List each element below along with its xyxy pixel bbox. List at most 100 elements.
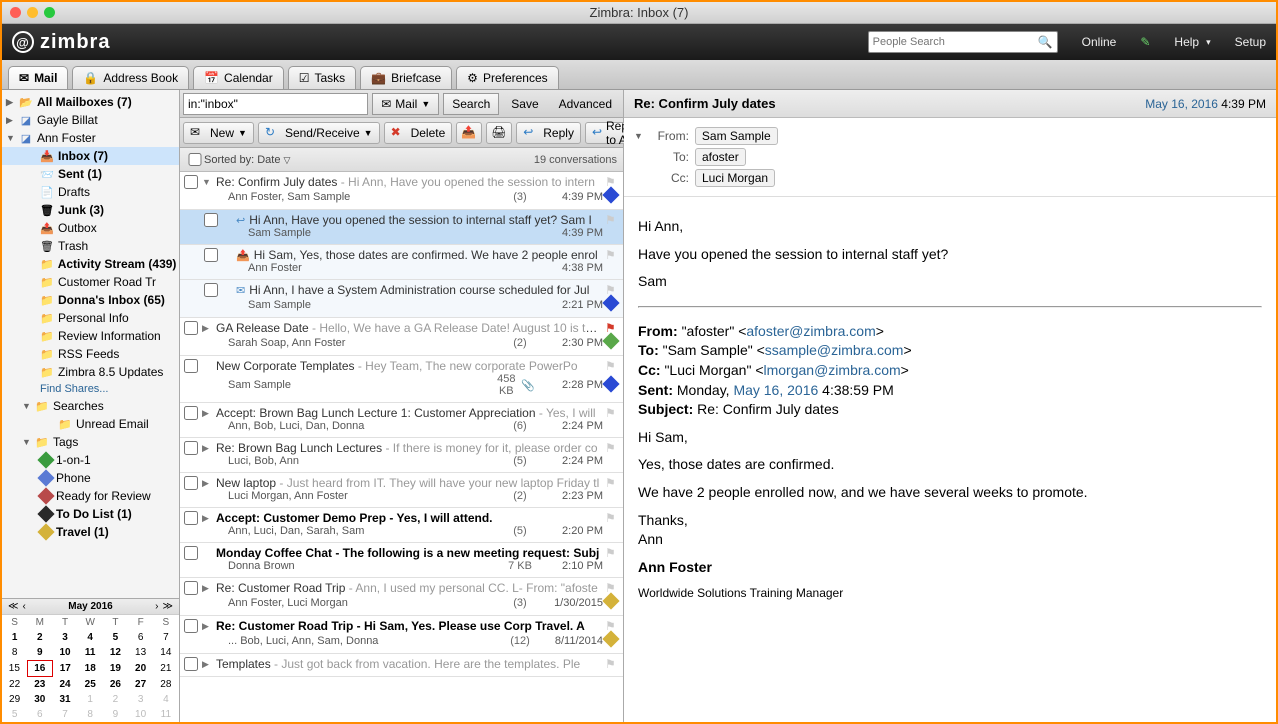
- quoted-from-email[interactable]: afoster@zimbra.com: [746, 323, 875, 339]
- expand-toggle[interactable]: ▼: [202, 177, 212, 187]
- flag-icon[interactable]: ⚑: [605, 213, 619, 227]
- tab-address-book[interactable]: 🔒Address Book: [72, 66, 189, 89]
- flag-icon[interactable]: ⚑: [605, 248, 619, 262]
- cal-day[interactable]: 24: [52, 677, 77, 693]
- select-checkbox[interactable]: [184, 321, 198, 335]
- account-ann[interactable]: ▼◪ Ann Foster: [2, 129, 179, 147]
- online-status[interactable]: Online: [1082, 35, 1117, 49]
- cal-day[interactable]: 5: [103, 630, 128, 645]
- conversation-item[interactable]: ▶ New laptop - Just heard from IT. They …: [180, 473, 623, 508]
- tags-folder[interactable]: ▼📁 Tags: [2, 433, 179, 451]
- folder-donnas[interactable]: 📁Donna's Inbox (65): [2, 291, 179, 309]
- cal-next-month[interactable]: ›: [153, 601, 160, 612]
- cal-day[interactable]: 1: [78, 692, 103, 707]
- cal-day[interactable]: 18: [78, 661, 103, 677]
- tab-briefcase[interactable]: 💼Briefcase: [360, 66, 452, 89]
- save-search-button[interactable]: Save: [503, 97, 546, 111]
- expand-toggle[interactable]: ▶: [202, 621, 212, 632]
- reply-button[interactable]: ↩Reply: [516, 122, 581, 144]
- expand-toggle[interactable]: ▶: [202, 478, 212, 489]
- conversation-item[interactable]: ▶ Accept: Brown Bag Lunch Lecture 1: Cus…: [180, 403, 623, 438]
- cal-day[interactable]: 2: [103, 692, 128, 707]
- expand-toggle[interactable]: ▶: [202, 583, 212, 594]
- find-shares-link[interactable]: Find Shares...: [2, 381, 179, 397]
- cal-day[interactable]: 28: [153, 677, 178, 693]
- folder-zimbra[interactable]: 📁Zimbra 8.5 Updates: [2, 363, 179, 381]
- folder-activity[interactable]: 📁Activity Stream (439): [2, 255, 179, 273]
- cal-day[interactable]: 17: [52, 661, 77, 677]
- cal-day[interactable]: 11: [153, 707, 178, 722]
- move-button[interactable]: 📤: [456, 122, 482, 144]
- cal-day[interactable]: 19: [103, 661, 128, 677]
- conversation-item[interactable]: ▶ Re: Customer Road Trip - Hi Sam, Yes. …: [180, 616, 623, 654]
- select-checkbox[interactable]: [184, 546, 198, 560]
- select-checkbox[interactable]: [204, 248, 218, 262]
- conversation-item[interactable]: ▶ Re: Brown Bag Lunch Lectures - If ther…: [180, 438, 623, 473]
- expand-toggle[interactable]: ▶: [202, 513, 212, 524]
- cal-day[interactable]: 10: [52, 645, 77, 661]
- cal-day[interactable]: 16: [27, 661, 52, 677]
- cal-day[interactable]: 15: [2, 661, 27, 677]
- conversation-item[interactable]: New Corporate Templates - Hey Team, The …: [180, 356, 623, 403]
- cal-day[interactable]: 29: [2, 692, 27, 707]
- cal-day[interactable]: 14: [153, 645, 178, 661]
- cal-day[interactable]: 23: [27, 677, 52, 693]
- cal-day[interactable]: 7: [52, 707, 77, 722]
- folder-outbox[interactable]: 📤Outbox: [2, 219, 179, 237]
- conversation-item[interactable]: ▶ Templates - Just got back from vacatio…: [180, 654, 623, 677]
- folder-junk[interactable]: 🗑Junk (3): [2, 201, 179, 219]
- cal-day[interactable]: 2: [27, 630, 52, 645]
- cal-day[interactable]: 7: [153, 630, 178, 645]
- quoted-to-email[interactable]: ssample@zimbra.com: [765, 342, 904, 358]
- conversation-item[interactable]: ▶ GA Release Date - Hello, We have a GA …: [180, 318, 623, 356]
- folder-personal[interactable]: 📁Personal Info: [2, 309, 179, 327]
- expand-toggle[interactable]: ▶: [202, 323, 212, 334]
- cal-day[interactable]: 20: [128, 661, 153, 677]
- new-button[interactable]: ✉New▼: [183, 122, 254, 144]
- people-search-input[interactable]: [873, 36, 1038, 48]
- print-button[interactable]: 🖨: [486, 122, 512, 144]
- conversation-item[interactable]: ▶ Re: Customer Road Trip - Ann, I used m…: [180, 578, 623, 616]
- select-checkbox[interactable]: [184, 476, 198, 490]
- tag-ready[interactable]: Ready for Review: [2, 487, 179, 505]
- folder-review[interactable]: 📁Review Information: [2, 327, 179, 345]
- conversation-list[interactable]: ▼ Re: Confirm July dates - Hi Ann, Have …: [180, 172, 623, 722]
- search-type-dropdown[interactable]: ✉ Mail ▼: [372, 93, 439, 115]
- cal-day[interactable]: 6: [27, 707, 52, 722]
- select-checkbox[interactable]: [184, 359, 198, 373]
- flag-icon[interactable]: ⚑: [605, 511, 619, 525]
- cal-day[interactable]: 11: [78, 645, 103, 661]
- flag-icon[interactable]: ⚑: [605, 657, 619, 671]
- select-checkbox[interactable]: [204, 283, 218, 297]
- cal-day[interactable]: 5: [2, 707, 27, 722]
- select-checkbox[interactable]: [184, 619, 198, 633]
- select-checkbox[interactable]: [184, 657, 198, 671]
- flag-icon[interactable]: ⚑: [605, 359, 619, 373]
- cal-day[interactable]: 8: [78, 707, 103, 722]
- delete-button[interactable]: ✖Delete: [384, 122, 453, 144]
- sort-control[interactable]: Sorted by: Date ▽: [204, 154, 534, 166]
- folder-inbox[interactable]: 📥Inbox (7): [2, 147, 179, 165]
- folder-trash[interactable]: 🗑Trash: [2, 237, 179, 255]
- tag-phone[interactable]: Phone: [2, 469, 179, 487]
- tab-tasks[interactable]: ☑Tasks: [288, 66, 356, 89]
- quoted-cc-email[interactable]: lmorgan@zimbra.com: [764, 362, 901, 378]
- cal-day[interactable]: 10: [128, 707, 153, 722]
- cal-day[interactable]: 1: [2, 630, 27, 645]
- cal-title[interactable]: May 2016: [68, 601, 112, 612]
- message-item[interactable]: ↩ Hi Ann, Have you opened the session to…: [180, 210, 623, 245]
- cal-day[interactable]: 4: [153, 692, 178, 707]
- conversation-item[interactable]: Monday Coffee Chat - The following is a …: [180, 543, 623, 578]
- mail-search-input[interactable]: [183, 93, 368, 115]
- cal-day[interactable]: 31: [52, 692, 77, 707]
- setup-link[interactable]: Setup: [1235, 35, 1266, 49]
- tab-preferences[interactable]: ⚙Preferences: [456, 66, 558, 89]
- cal-prev-year[interactable]: ≪: [6, 601, 20, 612]
- cal-day[interactable]: 21: [153, 661, 178, 677]
- people-search[interactable]: 🔍: [868, 31, 1058, 53]
- flag-icon[interactable]: ⚑: [605, 406, 619, 420]
- cal-day[interactable]: 26: [103, 677, 128, 693]
- expand-toggle[interactable]: ▶: [202, 443, 212, 454]
- select-checkbox[interactable]: [184, 175, 198, 189]
- advanced-search-button[interactable]: Advanced: [551, 97, 620, 111]
